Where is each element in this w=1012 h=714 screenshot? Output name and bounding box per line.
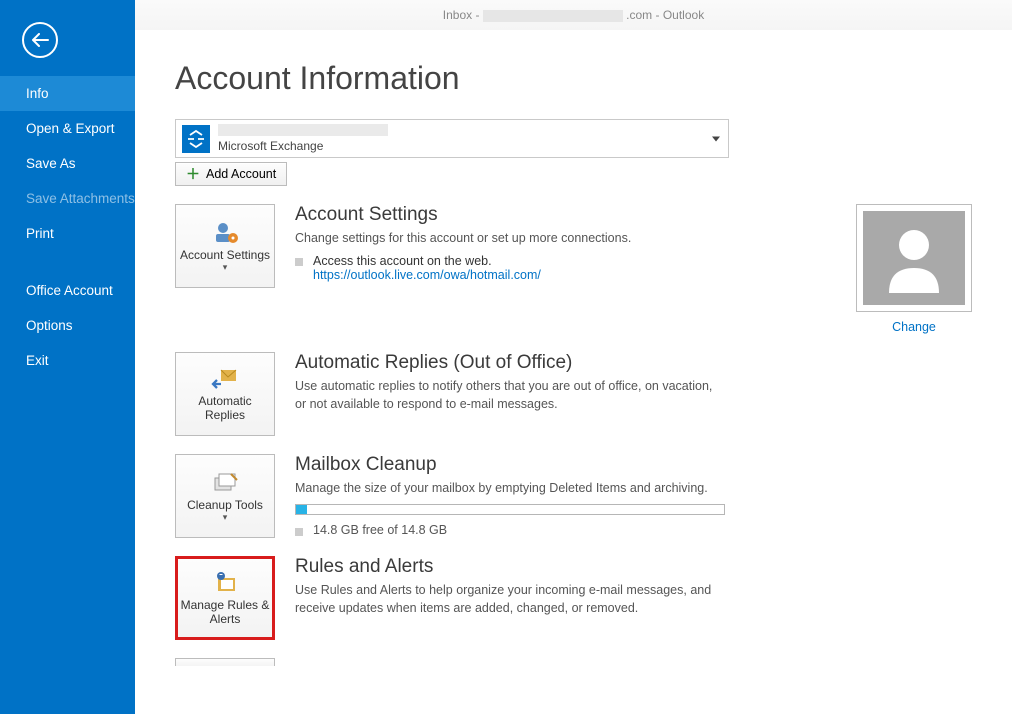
title-suffix: .com - Outlook [626, 8, 704, 22]
sidebar-item-label: Save Attachments [26, 191, 135, 206]
arrow-left-icon [31, 33, 49, 47]
account-settings-icon [211, 220, 239, 244]
sidebar-item-exit[interactable]: Exit [0, 343, 135, 378]
section-rules-alerts: Manage Rules & Alerts Rules and Alerts U… [175, 556, 972, 640]
owa-link[interactable]: https://outlook.live.com/owa/hotmail.com… [313, 268, 541, 282]
section-title: Mailbox Cleanup [295, 454, 972, 476]
section-title: Rules and Alerts [295, 556, 972, 578]
section-desc: Use automatic replies to notify others t… [295, 378, 725, 413]
bullet-icon [295, 258, 303, 266]
page-title: Account Information [175, 60, 972, 97]
storage-free-text: 14.8 GB free of 14.8 GB [313, 523, 447, 537]
plus-icon: ＋ [186, 167, 200, 181]
main-content: Account Information Microsoft Exchange ＋… [135, 30, 1012, 714]
chevron-down-icon [712, 136, 720, 141]
account-selector[interactable]: Microsoft Exchange [175, 119, 729, 158]
avatar-frame [856, 204, 972, 312]
section-desc: Change settings for this account or set … [295, 230, 725, 248]
section-title: Automatic Replies (Out of Office) [295, 352, 972, 374]
manage-rules-alerts-tile[interactable]: Manage Rules & Alerts [175, 556, 275, 640]
sidebar-item-label: Open & Export [26, 121, 115, 136]
section-desc: Use Rules and Alerts to help organize yo… [295, 582, 725, 617]
avatar-placeholder [863, 211, 965, 305]
account-email-redacted [218, 124, 388, 136]
sidebar-item-label: Options [26, 318, 73, 333]
sidebar-item-office-account[interactable]: Office Account [0, 273, 135, 308]
next-tile-cutoff [175, 658, 275, 666]
sidebar-item-options[interactable]: Options [0, 308, 135, 343]
sidebar-item-print[interactable]: Print [0, 216, 135, 251]
account-type: Microsoft Exchange [218, 139, 323, 153]
section-automatic-replies: Automatic Replies Automatic Replies (Out… [175, 352, 972, 436]
sidebar-item-save-as[interactable]: Save As [0, 146, 135, 181]
window-titlebar: Inbox - .com - Outlook [135, 0, 1012, 30]
web-access-text: Access this account on the web. [313, 254, 541, 268]
chevron-down-icon: ▾ [223, 512, 228, 523]
chevron-down-icon: ▾ [223, 262, 228, 273]
storage-bar [295, 504, 725, 515]
back-button[interactable] [22, 22, 58, 58]
automatic-replies-tile[interactable]: Automatic Replies [175, 352, 275, 436]
section-account-settings: Account Settings▾ Account Settings Chang… [175, 204, 972, 334]
sidebar-item-save-attachments: Save Attachments [0, 181, 135, 216]
backstage-sidebar: Info Open & Export Save As Save Attachme… [0, 0, 135, 714]
sidebar-item-open-export[interactable]: Open & Export [0, 111, 135, 146]
sidebar-item-label: Print [26, 226, 54, 241]
account-settings-tile[interactable]: Account Settings▾ [175, 204, 275, 288]
section-cutoff [175, 658, 972, 666]
tile-label: Automatic Replies [178, 394, 272, 422]
title-prefix: Inbox - [443, 8, 483, 22]
tile-label: Manage Rules & Alerts [180, 598, 270, 626]
section-title: Account Settings [295, 204, 811, 226]
add-account-label: Add Account [206, 167, 276, 181]
sidebar-item-label: Save As [26, 156, 76, 171]
section-desc: Manage the size of your mailbox by empty… [295, 480, 725, 498]
tile-label: Account Settings [180, 248, 270, 262]
sidebar-item-label: Info [26, 86, 49, 101]
cleanup-tools-tile[interactable]: Cleanup Tools▾ [175, 454, 275, 538]
change-photo-link[interactable]: Change [856, 320, 972, 334]
sidebar-item-label: Exit [26, 353, 49, 368]
tile-label: Cleanup Tools [187, 498, 263, 512]
automatic-replies-icon [211, 366, 239, 390]
exchange-icon [182, 125, 210, 153]
sidebar-item-info[interactable]: Info [0, 76, 135, 111]
add-account-button[interactable]: ＋ Add Account [175, 162, 287, 186]
cleanup-tools-icon [211, 470, 239, 494]
rules-alerts-icon [211, 570, 239, 594]
bullet-icon [295, 528, 303, 536]
sidebar-item-label: Office Account [26, 283, 113, 298]
storage-fill [296, 505, 307, 514]
section-mailbox-cleanup: Cleanup Tools▾ Mailbox Cleanup Manage th… [175, 454, 972, 538]
title-redacted [483, 10, 623, 22]
